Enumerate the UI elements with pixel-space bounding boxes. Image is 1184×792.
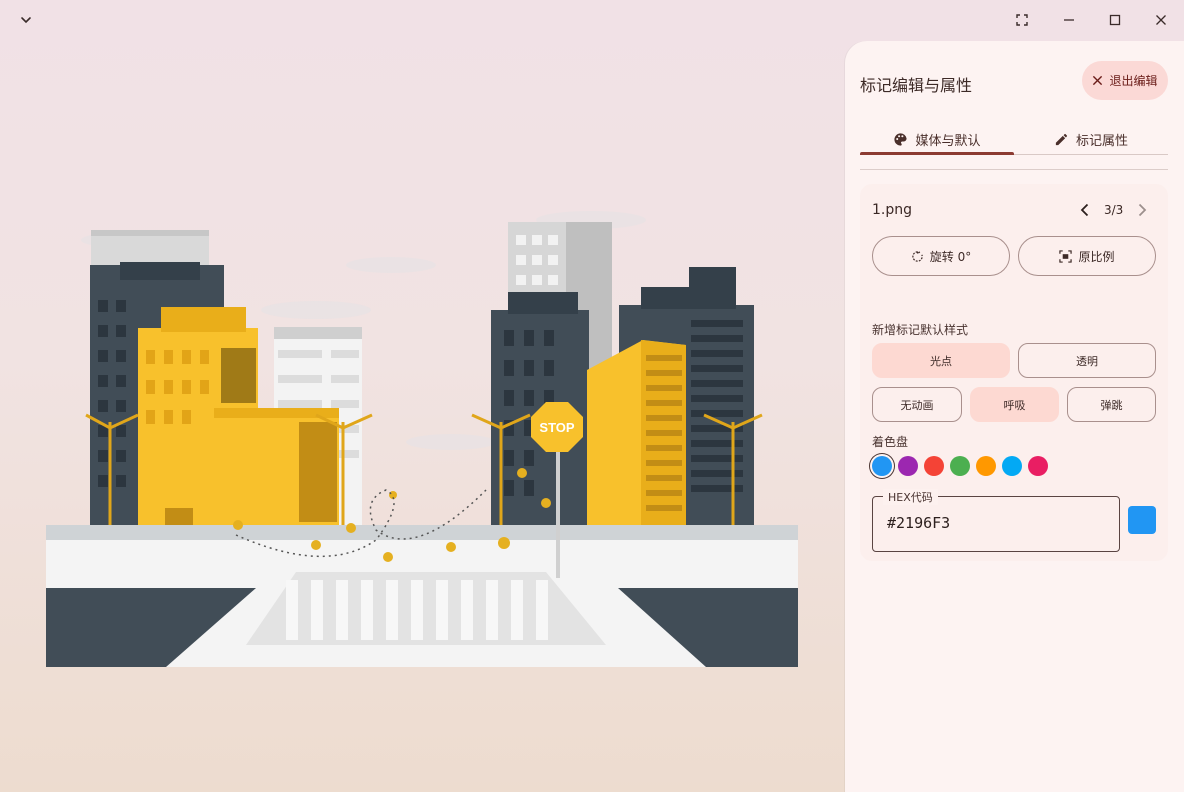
city-illustration[interactable]: STOP (46, 200, 798, 667)
stop-sign-text: STOP (539, 420, 574, 435)
tab-media-defaults[interactable]: 媒体与默认 (860, 125, 1014, 155)
tab-media-label: 媒体与默认 (915, 134, 981, 149)
tab-marker-properties[interactable]: 标记属性 (1014, 125, 1168, 154)
panel-tabs: 媒体与默认 标记属性 (860, 125, 1168, 155)
color-preview[interactable] (1128, 506, 1156, 534)
hex-label: HEX代码 (883, 489, 938, 505)
rotate-button[interactable]: 旋转 0° (872, 236, 1010, 276)
animation-none-button[interactable]: 无动画 (872, 387, 962, 422)
color-swatch[interactable] (898, 456, 918, 476)
chevron-down-icon[interactable] (12, 6, 40, 34)
color-swatch[interactable] (950, 456, 970, 476)
palette-label: 着色盘 (872, 435, 909, 449)
ratio-label: 原比例 (1078, 249, 1115, 264)
maximize-icon[interactable] (1101, 6, 1129, 34)
close-icon[interactable] (1147, 6, 1175, 34)
close-icon (1093, 75, 1103, 86)
rotate-label: 旋转 0° (929, 249, 972, 264)
chevron-left-icon[interactable] (1077, 202, 1093, 218)
hex-code-field[interactable]: HEX代码 (872, 489, 1120, 552)
color-swatch[interactable] (976, 456, 996, 476)
rotate-icon (912, 250, 923, 262)
hex-input[interactable] (887, 514, 1107, 532)
exit-edit-button[interactable]: 退出编辑 (1082, 61, 1168, 100)
style-glow-button[interactable]: 光点 (872, 343, 1010, 378)
color-swatch[interactable] (924, 456, 944, 476)
color-swatch[interactable] (1028, 456, 1048, 476)
fit-ratio-icon (1059, 249, 1073, 263)
minimize-icon[interactable] (1055, 6, 1083, 34)
fullscreen-icon[interactable] (1008, 6, 1036, 34)
exit-edit-label: 退出编辑 (1109, 74, 1158, 88)
animation-breath-button[interactable]: 呼吸 (970, 387, 1059, 422)
title-bar (0, 0, 1184, 40)
style-transparent-button[interactable]: 透明 (1018, 343, 1156, 378)
pencil-icon (1055, 133, 1068, 146)
section-divider (860, 169, 1168, 170)
page-indicator: 3/3 (1104, 203, 1124, 217)
original-ratio-button[interactable]: 原比例 (1018, 236, 1156, 276)
file-name: 1.png (872, 202, 913, 218)
palette-icon (894, 133, 908, 146)
color-swatches (872, 456, 1048, 476)
color-swatch[interactable] (872, 456, 892, 476)
default-style-label: 新增标记默认样式 (872, 323, 969, 337)
chevron-right-icon[interactable] (1134, 202, 1150, 218)
animation-bounce-button[interactable]: 弹跳 (1067, 387, 1156, 422)
marker-editor-panel: 标记编辑与属性 退出编辑 媒体与默认 标记属性 1.png 3/3 旋转 0° … (845, 41, 1184, 792)
color-swatch[interactable] (1002, 456, 1022, 476)
tab-marker-label: 标记属性 (1075, 134, 1128, 149)
panel-title: 标记编辑与属性 (860, 76, 973, 95)
